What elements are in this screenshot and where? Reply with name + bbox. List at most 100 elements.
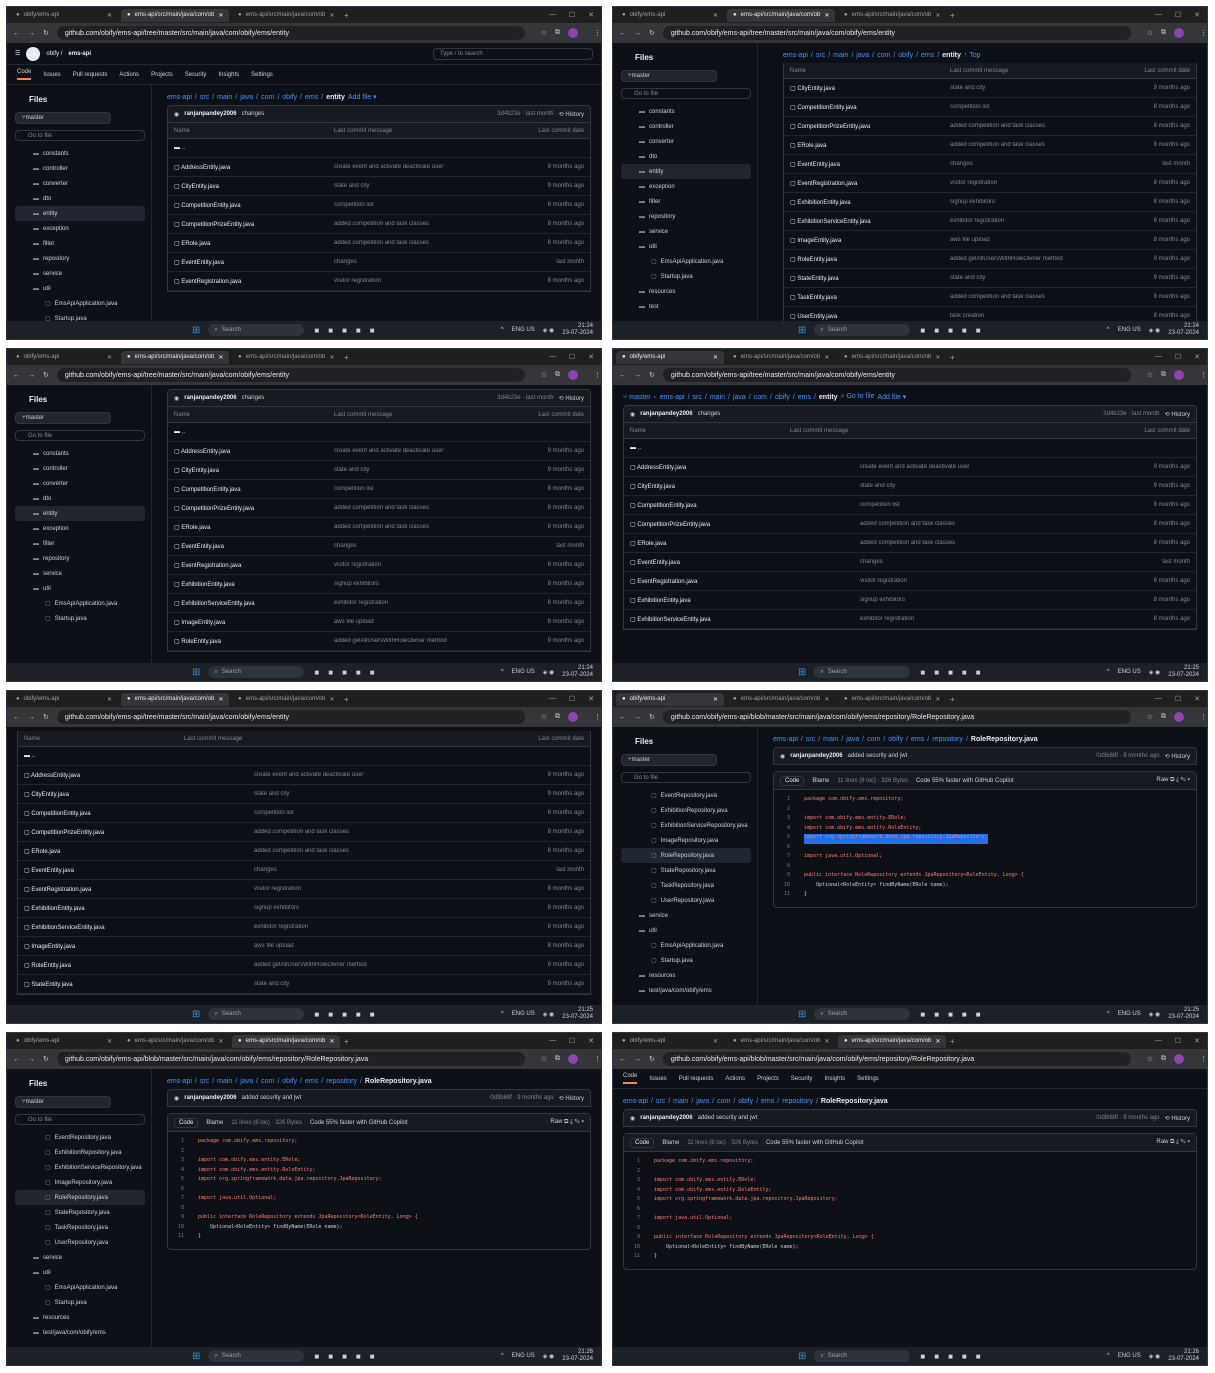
commit-message-link[interactable]: added competition and task classes [334,221,524,227]
edge-icon[interactable]: ■ [934,1010,939,1019]
file-row[interactable]: ▢ EventEntity.java changes last month [624,553,1196,572]
windows-start-icon[interactable]: ⊞ [798,1009,806,1020]
store-icon[interactable]: ■ [948,1352,953,1361]
forward-icon[interactable]: → [634,372,641,379]
blame-tab[interactable]: Blame [812,778,829,784]
extensions-icon[interactable]: ⧉ [555,1055,560,1063]
minimize-icon[interactable]: — [1155,11,1162,19]
file-row[interactable]: ▢ CityEntity.java state and city 9 months … [168,461,590,480]
bookmark-star-icon[interactable]: ☆ [1147,1055,1153,1063]
url-field[interactable]: github.com/obify/ems-api/blob/master/src… [56,1052,525,1066]
reload-icon[interactable]: ↻ [649,1055,655,1063]
tray-chevron-icon[interactable]: ^ [501,327,504,333]
edge-icon[interactable]: ■ [934,1352,939,1361]
minimize-icon[interactable]: — [1155,695,1162,703]
commit-message[interactable]: added security and jwt [848,753,908,759]
tree-item[interactable]: ▢ ExhibitionServiceRepository.java [15,1160,145,1175]
breadcrumb-item[interactable]: main [217,1078,232,1085]
history-button[interactable]: ⟲ History [559,111,584,118]
repo-nav-tab[interactable]: Issues [43,72,60,78]
file-name-link[interactable]: ▢ EventRegistration.java [790,180,950,187]
file-name-link[interactable]: ▢ ExhibitionServiceEntity.java [174,600,334,607]
file-row[interactable]: ▢ EventEntity.java changes last month [784,155,1196,174]
taskbar-search[interactable]: ⌕ Search [814,1008,911,1020]
close-window-icon[interactable]: ✕ [588,1037,594,1045]
back-icon[interactable]: ← [619,714,626,721]
tree-item[interactable]: ▬ resources [15,1310,145,1325]
commit-message-link[interactable]: exhibitor registration [254,924,524,930]
edge-icon[interactable]: ■ [328,1010,333,1019]
chrome-icon[interactable]: ■ [356,668,361,677]
new-tab-button[interactable]: + [950,695,955,704]
repo-nav-tab[interactable]: Security [791,1076,813,1082]
breadcrumb-item[interactable]: ems-api [783,52,808,59]
file-name-link[interactable]: ▢ RoleEntity.java [24,962,254,969]
commit-message-link[interactable]: state and city [950,275,1130,281]
extensions-icon[interactable]: ⧉ [555,29,560,37]
system-clock[interactable]: 21:25 23-07-2024 [1168,665,1199,679]
file-name-link[interactable]: ▢ EventRegistration.java [174,278,334,285]
tree-item[interactable]: ▢ EmsApiApplication.java [15,596,145,611]
close-window-icon[interactable]: ✕ [588,353,594,361]
maximize-icon[interactable]: ☐ [1175,353,1181,361]
breadcrumb-item[interactable]: ems-api [660,394,685,401]
file-row[interactable]: ▢ CompetitionPrizeEntity.java added compe… [18,823,590,842]
repo-nav-tab[interactable]: Actions [725,1076,745,1082]
bookmark-star-icon[interactable]: ☆ [541,29,547,37]
commit-message-link[interactable]: added getAllUsersWithRoleOwner method [254,962,524,968]
language-indicator[interactable]: ENG US [1118,327,1141,333]
file-row[interactable]: ▢ EventRegistration.java visitor registra… [18,880,590,899]
breadcrumb-item[interactable]: ems-api [773,736,798,743]
tab-close-icon[interactable]: ✕ [218,1038,223,1045]
reload-icon[interactable]: ↻ [649,371,655,379]
commit-message-link[interactable]: exhibitor registration [950,218,1130,224]
code-tab[interactable]: Code [630,1137,655,1148]
back-icon[interactable]: ← [13,714,20,721]
file-name-link[interactable]: ▢ CompetitionPrizeEntity.java [24,829,254,836]
file-explorer-icon[interactable]: ■ [314,1010,319,1019]
extensions-icon[interactable]: ⧉ [1161,29,1166,37]
branch-selector[interactable]: ⑂ master [15,112,111,124]
breadcrumb-item[interactable]: src [656,1098,665,1105]
store-icon[interactable]: ■ [948,326,953,335]
breadcrumb-item[interactable]: obify [738,1098,753,1105]
file-row[interactable]: ▢ ImageEntity.java aws file upload 8 month… [168,613,590,632]
top-link[interactable]: ↑ Top [964,52,981,59]
file-name-link[interactable]: ▢ CityEntity.java [24,791,254,798]
repo-nav-tab[interactable]: Pull requests [73,72,108,78]
bookmark-star-icon[interactable]: ☆ [541,371,547,379]
file-row[interactable]: ▢ AddressEntity.java create event and act… [168,158,590,177]
profile-avatar[interactable] [1174,28,1184,38]
branch-selector[interactable]: ⑂ master ▾ [623,394,657,401]
tree-item[interactable]: ▬ service [15,266,145,281]
profile-avatar[interactable] [1174,1054,1184,1064]
repo-nav-tab[interactable]: Security [185,72,207,78]
commit-message-link[interactable]: added competition and task classes [334,505,524,511]
url-field[interactable]: github.com/obify/ems-api/tree/master/src… [56,710,525,724]
file-name-link[interactable]: ▢ CityEntity.java [174,183,334,190]
extensions-icon[interactable]: ⧉ [555,713,560,721]
commit-message-link[interactable]: changes [860,559,1130,565]
back-icon[interactable]: ← [619,30,626,37]
file-name-link[interactable]: ▢ ERole.java [790,142,950,149]
blame-tab[interactable]: Blame [206,1120,223,1126]
maximize-icon[interactable]: ☐ [569,11,575,19]
commit-message-link[interactable]: competition list [254,810,524,816]
tree-item[interactable]: ▬ constants [15,446,145,461]
repo-nav-tab[interactable]: Pull requests [679,1076,714,1082]
file-row[interactable]: ▢ ExhibitionServiceEntity.java exhibitor … [18,918,590,937]
file-name-link[interactable]: ▢ StateEntity.java [790,275,950,282]
file-row[interactable]: ▢ CityEntity.java state and city 9 months … [624,477,1196,496]
breadcrumb-item[interactable]: main [673,1098,688,1105]
file-row[interactable]: ▢ CompetitionEntity.java competition list… [784,98,1196,117]
copilot-promo[interactable]: Code 55% faster with GitHub Copilot [916,778,1014,784]
browser-tab[interactable]: ● ems-api/src/main/java/com/ob ✕ [727,1035,835,1048]
parent-dir-row[interactable]: ▬ .. [18,747,590,766]
reload-icon[interactable]: ↻ [649,29,655,37]
minimize-icon[interactable]: — [549,353,556,361]
go-to-file-input[interactable]: ⌕ Go to file [841,393,875,401]
browser-tab[interactable]: ● obify/ems-api ✕ [10,351,118,364]
settings-icon[interactable]: ■ [370,326,375,335]
tree-item[interactable]: ▬ entity [15,206,145,221]
file-row[interactable]: ▢ CompetitionPrizeEntity.java added compe… [784,117,1196,136]
